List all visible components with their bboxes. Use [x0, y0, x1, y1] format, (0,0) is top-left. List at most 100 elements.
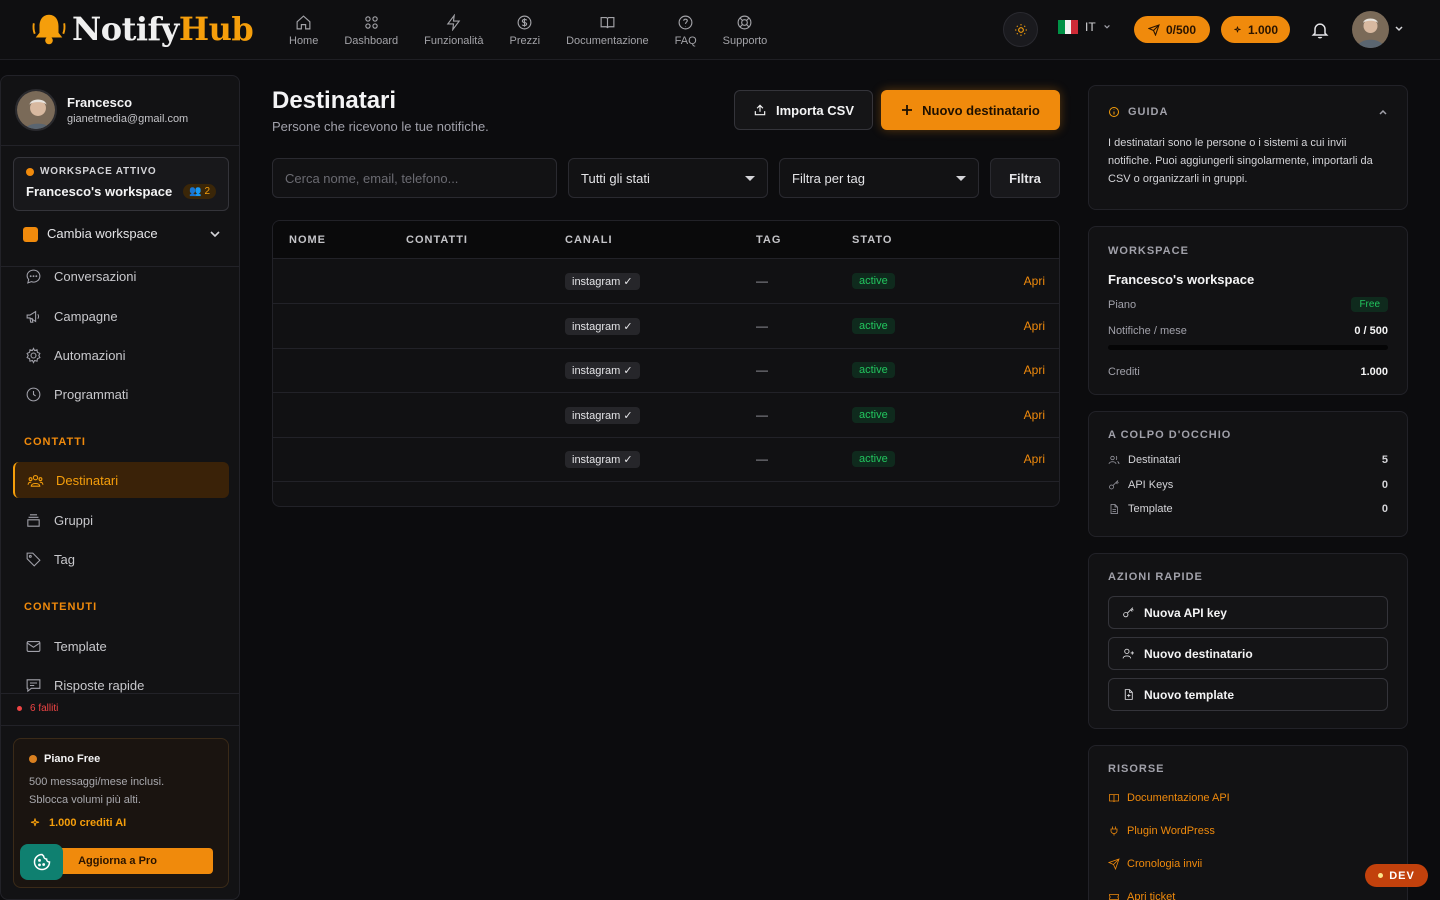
chevron-down-icon[interactable] — [1394, 24, 1404, 34]
theme-toggle-button[interactable] — [1003, 12, 1038, 47]
glance-row-templates[interactable]: Template 0 — [1108, 497, 1388, 522]
table-row[interactable]: instagram ✓ — active Apri — [273, 348, 1059, 394]
open-link[interactable]: Apri — [1024, 319, 1045, 333]
resource-link-history[interactable]: Cronologia invii — [1108, 847, 1388, 880]
nav-pricing[interactable]: Prezzi — [497, 12, 554, 48]
resource-link-api-docs[interactable]: Documentazione API — [1108, 781, 1388, 814]
nav-home[interactable]: Home — [276, 12, 331, 48]
channel-chip: instagram ✓ — [565, 273, 640, 290]
nav-support[interactable]: Supporto — [710, 12, 781, 48]
divider — [1, 725, 239, 726]
workspace-color-icon — [23, 227, 38, 243]
brand-logo[interactable]: NotifyHub — [30, 10, 254, 48]
glance-row-recipients[interactable]: Destinatari 5 — [1108, 448, 1388, 473]
key-icon — [1109, 479, 1119, 490]
sidebar-item-groups[interactable]: Gruppi — [13, 502, 229, 538]
megaphone-icon — [26, 310, 40, 323]
search-input[interactable] — [272, 158, 557, 198]
tag-icon — [26, 552, 41, 567]
tag-filter-select[interactable]: Filtra per tag — [779, 158, 979, 198]
table-row[interactable]: instagram ✓ — active Apri — [273, 304, 1059, 349]
sidebar-item-tags[interactable]: Tag — [13, 541, 229, 577]
sidebar-item-quick-replies[interactable]: Risposte rapide — [13, 667, 229, 703]
dev-badge[interactable]: DEV — [1365, 864, 1428, 887]
notifications-bell-icon[interactable] — [1310, 20, 1330, 40]
open-link[interactable]: Apri — [1024, 363, 1045, 377]
filter-button[interactable]: Filtra — [990, 158, 1060, 198]
resource-link-wordpress[interactable]: Plugin WordPress — [1108, 814, 1388, 847]
quick-new-recipient-button[interactable]: Nuovo destinatario — [1108, 637, 1388, 670]
cookie-settings-button[interactable] — [20, 844, 63, 880]
channel-chip: instagram ✓ — [565, 362, 640, 380]
sidebar-item-label: Automazioni — [54, 347, 126, 363]
sidebar-item-label: Gruppi — [54, 512, 94, 528]
book-icon — [600, 16, 615, 28]
status-badge: active — [852, 451, 895, 468]
open-link[interactable]: Apri — [1024, 408, 1045, 422]
plan-desc-line1: 500 messaggi/mese inclusi. — [29, 776, 165, 788]
table-row[interactable]: instagram ✓ — active Apri — [273, 437, 1059, 483]
user-card[interactable]: Francesco gianetmedia@gmail.com — [15, 89, 188, 131]
credits-pill[interactable]: 1.000 — [1221, 16, 1290, 43]
glance-row-api-keys[interactable]: API Keys 0 — [1108, 473, 1388, 498]
import-csv-button[interactable]: Importa CSV — [734, 90, 873, 130]
table-header: NOME CONTATTI CANALI TAG STATO — [273, 221, 1059, 259]
messages-usage-pill[interactable]: 0/500 — [1134, 16, 1210, 43]
chevron-down-icon — [745, 175, 755, 181]
new-template-button[interactable]: Nuovo template — [1108, 678, 1388, 711]
sidebar-item-automations[interactable]: Automazioni — [13, 337, 229, 373]
notifications-label: Notifiche / mese — [1108, 325, 1187, 337]
nav-faq[interactable]: FAQ — [662, 12, 710, 48]
recipients-table: NOME CONTATTI CANALI TAG STATO instagram… — [272, 220, 1060, 507]
table-row[interactable]: instagram ✓ — active Apri — [273, 393, 1059, 438]
workspace-name: Francesco's workspace — [26, 184, 173, 199]
failed-indicator[interactable]: 6 falliti — [17, 703, 58, 714]
quick-actions-title: AZIONI RAPIDE — [1108, 571, 1203, 583]
error-dot — [17, 706, 22, 711]
switch-workspace-button[interactable]: Cambia workspace — [23, 226, 221, 243]
notifications-progress — [1108, 345, 1388, 350]
import-csv-label: Importa CSV — [775, 102, 854, 118]
resource-link-ticket[interactable]: Apri ticket — [1108, 880, 1388, 900]
open-link[interactable]: Apri — [1024, 452, 1045, 466]
help-icon — [678, 15, 693, 29]
send-icon — [1108, 857, 1120, 870]
open-link[interactable]: Apri — [1024, 274, 1045, 288]
user-plus-icon — [1122, 648, 1134, 659]
credits-label: Crediti — [1108, 366, 1140, 378]
nav-features[interactable]: Funzionalità — [411, 12, 496, 48]
nav-docs[interactable]: Documentazione — [553, 12, 662, 48]
table-row[interactable]: instagram ✓ — active Apri — [273, 259, 1059, 304]
nav-label: FAQ — [674, 34, 697, 47]
chevron-up-icon[interactable] — [1378, 107, 1388, 117]
header-contacts[interactable]: CONTATTI — [406, 234, 468, 246]
glance-card: A COLPO D'OCCHIO Destinatari 5 API Keys … — [1088, 411, 1408, 537]
sidebar-item-scheduled[interactable]: Programmati — [13, 376, 229, 412]
header-channels[interactable]: CANALI — [565, 234, 613, 246]
new-api-key-button[interactable]: Nuova API key — [1108, 596, 1388, 629]
user-avatar[interactable] — [1352, 11, 1389, 48]
resource-label: Apri ticket — [1127, 890, 1176, 900]
divider — [1, 693, 239, 694]
grid-icon — [365, 15, 378, 29]
status-badge: active — [852, 273, 895, 289]
section-content: CONTENUTI — [24, 601, 98, 613]
active-workspace-box[interactable]: WORKSPACE ATTIVO Francesco's workspace 👥… — [13, 157, 229, 211]
language-selector[interactable]: IT — [1058, 20, 1111, 34]
sidebar-item-recipients[interactable]: Destinatari — [13, 462, 229, 498]
dev-badge-label: DEV — [1389, 869, 1415, 882]
header-tag[interactable]: TAG — [756, 234, 781, 246]
clock-icon — [26, 387, 41, 401]
nav-dashboard[interactable]: Dashboard — [331, 12, 411, 48]
header-name[interactable]: NOME — [289, 234, 326, 246]
header-status[interactable]: STATO — [852, 234, 892, 246]
sidebar-item-campaigns[interactable]: Campagne — [13, 298, 229, 334]
chevron-down-icon — [956, 175, 966, 181]
members-count: 2 — [204, 186, 210, 197]
status-filter-select[interactable]: Tutti gli stati — [568, 158, 768, 198]
layers-icon — [27, 513, 40, 527]
new-recipient-button[interactable]: Nuovo destinatario — [881, 90, 1060, 130]
sidebar: Francesco gianetmedia@gmail.com WORKSPAC… — [0, 75, 240, 900]
sidebar-item-conversations[interactable]: Conversazioni — [13, 258, 229, 294]
sidebar-item-templates[interactable]: Template — [13, 628, 229, 664]
